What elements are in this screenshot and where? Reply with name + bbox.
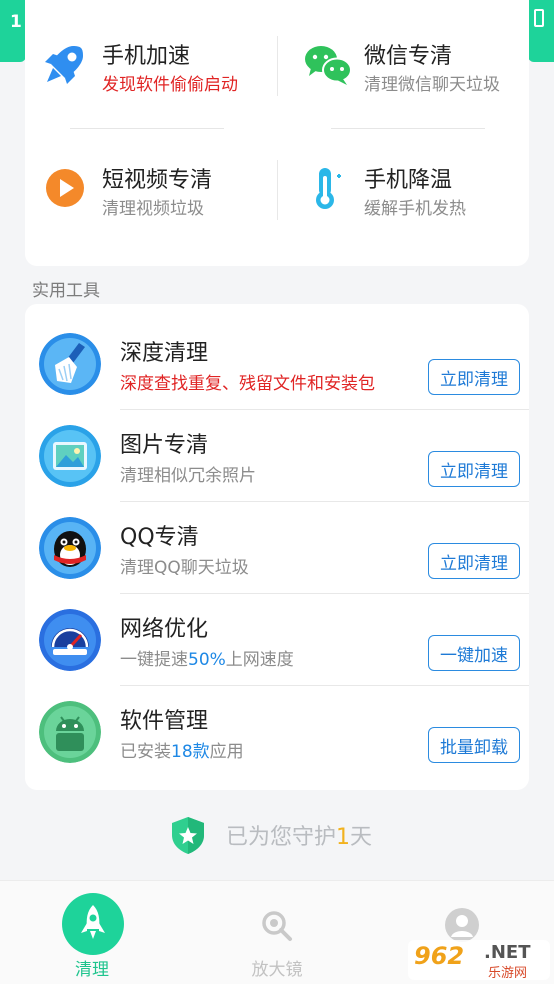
list-item-subtitle: 清理相似冗余照片 <box>120 466 256 486</box>
list-item-qq-clean[interactable]: QQ专清 清理QQ聊天垃圾 立即清理 <box>25 502 529 594</box>
list-item-subtitle: 清理QQ聊天垃圾 <box>120 558 249 578</box>
speedometer-icon <box>39 609 101 671</box>
tab-label: 清理 <box>75 960 109 980</box>
list-item-title: 软件管理 <box>120 709 209 734</box>
list-item-title: 网络优化 <box>120 617 209 642</box>
shield-icon <box>172 817 204 854</box>
quick-action-subtitle: 清理微信聊天垃圾 <box>364 75 500 95</box>
status-bar-left: 1 <box>0 0 26 62</box>
tools-list-card: 深度清理 深度查找重复、残留文件和安装包 立即清理 图片专清 清理相似冗余照片 … <box>25 304 529 790</box>
quick-action-short-video-clean[interactable]: 短视频专清 清理视频垃圾 <box>25 150 277 230</box>
list-item-subtitle: 深度查找重复、残留文件和安装包 <box>120 374 375 394</box>
one-click-boost-button[interactable]: 一键加速 <box>428 635 520 671</box>
list-item-title: 图片专清 <box>120 433 209 458</box>
divider <box>277 160 278 220</box>
installed-count: 18款 <box>171 742 210 762</box>
tab-clean[interactable]: 清理 <box>32 881 152 984</box>
watermark-brand: 962 <box>414 942 465 970</box>
list-item-app-manager[interactable]: 软件管理 已安装18款应用 批量卸载 <box>25 686 529 778</box>
play-icon <box>46 169 84 207</box>
android-icon <box>39 701 101 763</box>
search-icon <box>262 911 292 941</box>
batch-uninstall-button[interactable]: 批量卸载 <box>428 727 520 763</box>
list-item-subtitle: 一键提速50%上网速度 <box>120 650 294 670</box>
user-icon <box>445 908 479 942</box>
quick-action-subtitle: 缓解手机发热 <box>364 199 466 219</box>
status-time: 1 <box>10 12 22 32</box>
tab-label: 放大镜 <box>251 960 303 980</box>
watermark-cn: 乐游网 <box>488 966 528 981</box>
quick-action-wechat-clean[interactable]: 微信专清 清理微信聊天垃圾 <box>287 26 539 106</box>
list-item-title: QQ专清 <box>120 525 199 550</box>
section-label-tools: 实用工具 <box>32 281 100 301</box>
divider <box>277 36 278 96</box>
watermark-logo: 962 .NET 乐游网 <box>408 940 550 981</box>
quick-actions-card: 手机加速 发现软件偷偷启动 微信专清 清理微信聊天垃圾 短视频专清 清理视频垃圾 <box>25 0 529 266</box>
broom-icon <box>39 333 101 395</box>
list-item-deep-clean[interactable]: 深度清理 深度查找重复、残留文件和安装包 立即清理 <box>25 318 529 410</box>
watermark-domain: .NET <box>484 942 531 963</box>
quick-action-phone-cooldown[interactable]: 手机降温 缓解手机发热 <box>287 150 539 230</box>
list-item-title: 深度清理 <box>120 341 209 366</box>
protection-status: 已为您守护1天 <box>170 814 372 856</box>
speed-percent: 50% <box>188 650 226 670</box>
rocket-icon <box>45 46 83 84</box>
protection-text: 已为您守护1天 <box>226 825 373 850</box>
battery-icon <box>534 9 544 27</box>
divider <box>70 128 224 129</box>
quick-action-subtitle: 发现软件偷偷启动 <box>102 75 238 95</box>
list-item-network-optimize[interactable]: 网络优化 一键提速50%上网速度 一键加速 <box>25 594 529 686</box>
tab-magnifier[interactable]: 放大镜 <box>217 881 337 984</box>
thermometer-icon <box>316 168 341 209</box>
quick-action-title: 短视频专清 <box>102 168 213 193</box>
quick-action-phone-boost[interactable]: 手机加速 发现软件偷偷启动 <box>25 26 277 106</box>
clean-now-button[interactable]: 立即清理 <box>428 359 520 395</box>
picture-icon <box>39 425 101 487</box>
clean-now-button[interactable]: 立即清理 <box>428 543 520 579</box>
wechat-icon <box>305 46 352 85</box>
qq-penguin-icon <box>39 517 101 579</box>
rocket-icon <box>62 893 124 955</box>
quick-action-title: 手机降温 <box>364 168 453 193</box>
list-item-photo-clean[interactable]: 图片专清 清理相似冗余照片 立即清理 <box>25 410 529 502</box>
clean-now-button[interactable]: 立即清理 <box>428 451 520 487</box>
divider <box>331 128 485 129</box>
quick-action-title: 微信专清 <box>364 44 453 69</box>
quick-action-title: 手机加速 <box>102 44 191 69</box>
quick-action-subtitle: 清理视频垃圾 <box>102 199 204 219</box>
list-item-subtitle: 已安装18款应用 <box>120 742 244 762</box>
protection-days: 1 <box>336 825 351 850</box>
